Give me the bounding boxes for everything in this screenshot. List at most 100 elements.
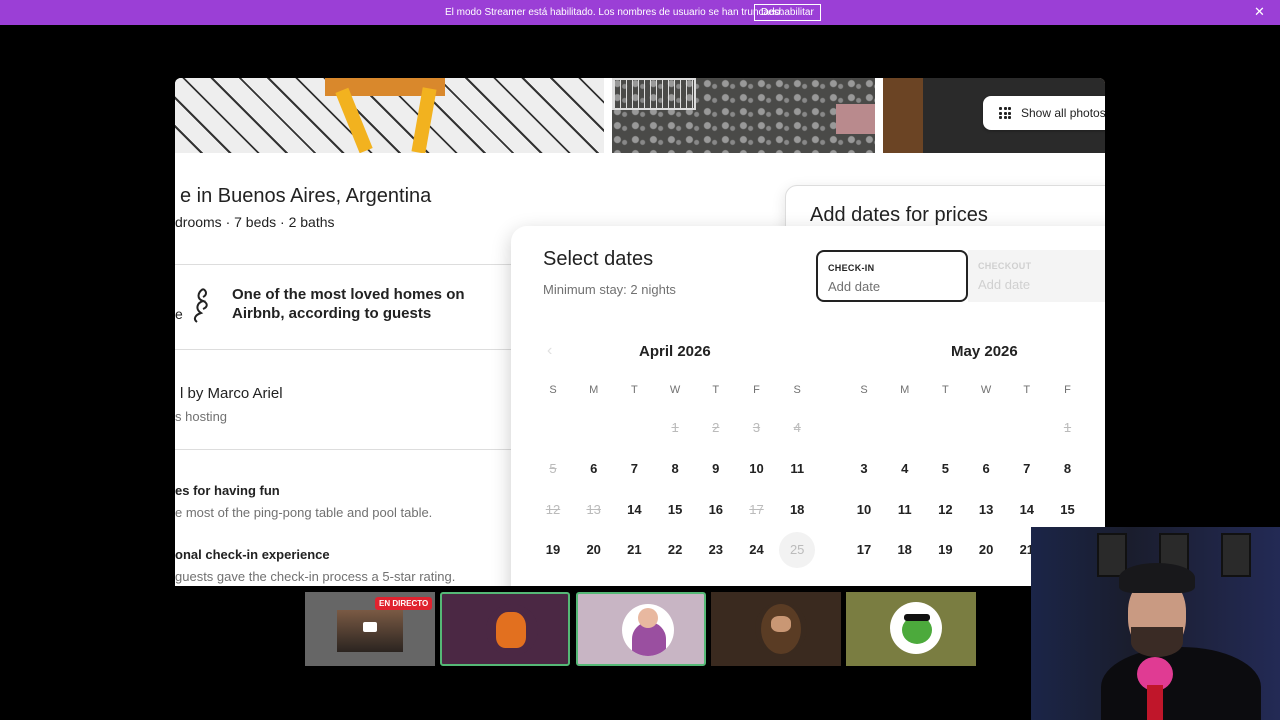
streamer-mode-banner: El modo Streamer está habilitado. Los no…: [0, 0, 1280, 25]
calendar-day[interactable]: 6: [576, 451, 612, 487]
checkout-value: Add date: [978, 277, 1031, 292]
weekday-label: W: [669, 384, 681, 396]
month-title-april: April 2026: [639, 343, 711, 360]
checkin-field[interactable]: CHECK-IN Add date: [816, 250, 968, 302]
weekday-label: S: [549, 384, 557, 396]
calendar-day[interactable]: 22: [657, 532, 693, 568]
calendar-day[interactable]: 13: [968, 492, 1004, 528]
calendar-day[interactable]: 14: [616, 492, 652, 528]
show-all-photos-button[interactable]: Show all photos: [983, 96, 1105, 130]
calendar-day[interactable]: 19: [927, 532, 963, 568]
calendar-day[interactable]: 20: [576, 532, 612, 568]
calendar-day[interactable]: 18: [779, 492, 815, 528]
calendar-day[interactable]: 9: [698, 451, 734, 487]
avatar: [755, 602, 807, 654]
calendar-day[interactable]: 15: [1050, 492, 1086, 528]
listing-details: drooms · 7 beds · 2 baths: [175, 214, 335, 230]
participant-tile-bearded-character[interactable]: [711, 592, 841, 666]
shared-screen: Show all photos e in Buenos Aires, Argen…: [175, 78, 1105, 586]
checkin-label: CHECK-IN: [828, 263, 875, 273]
calendar-day[interactable]: 20: [968, 532, 1004, 568]
calendar-day: 13: [586, 502, 601, 517]
participant-tile-pink-avatar[interactable]: [576, 592, 706, 666]
calendar-day[interactable]: 10: [846, 492, 882, 528]
live-badge: EN DIRECTO: [375, 597, 433, 610]
calendar-day[interactable]: 5: [927, 451, 963, 487]
listing-photo[interactable]: [175, 78, 604, 153]
calendar-day[interactable]: 10: [739, 451, 775, 487]
weekday-label: T: [1023, 384, 1031, 396]
calendar-day[interactable]: 21: [616, 532, 652, 568]
calendar-day[interactable]: 18: [887, 532, 923, 568]
weekday-label: M: [900, 384, 910, 396]
host-name: l by Marco Ariel: [180, 385, 283, 402]
price-card-title: Add dates for prices: [810, 204, 988, 226]
divider: [175, 264, 515, 265]
checkout-label: CHECKOUT: [978, 261, 1032, 271]
calendar-day[interactable]: 17: [846, 532, 882, 568]
weekday-label: T: [631, 384, 638, 396]
calendar-day[interactable]: 14: [1009, 492, 1045, 528]
screen-share-tile[interactable]: EN DIRECTO: [305, 592, 435, 666]
minimum-stay-text: Minimum stay: 2 nights: [543, 282, 676, 297]
monitor-icon: [363, 622, 377, 632]
calendar-day[interactable]: 25: [779, 532, 816, 568]
calendar-day: 4: [793, 420, 801, 435]
weekday-label: W: [980, 384, 992, 396]
calendar-day[interactable]: 23: [698, 532, 734, 568]
calendar-day[interactable]: 15: [657, 492, 693, 528]
close-icon[interactable]: ✕: [1254, 4, 1265, 20]
month-title-may: May 2026: [951, 343, 1018, 360]
weekday-label: S: [860, 384, 868, 396]
previous-month-icon[interactable]: ‹: [547, 342, 552, 360]
avatar: [622, 604, 674, 656]
highlight-description: guests gave the check-in process a 5-sta…: [175, 569, 456, 584]
calendar-day[interactable]: 11: [779, 451, 815, 487]
calendar-day[interactable]: 11: [887, 492, 923, 528]
calendar-day: 5: [549, 461, 557, 476]
calendar-day: 1: [1063, 420, 1072, 435]
calendar-day[interactable]: 7: [616, 451, 652, 487]
listing-title: e in Buenos Aires, Argentina: [180, 185, 432, 207]
weekday-label: F: [753, 384, 760, 396]
disable-streamer-mode-button[interactable]: Deshabilitar: [754, 4, 821, 21]
calendar-day[interactable]: 4: [887, 451, 923, 487]
participant-tile-frog[interactable]: [846, 592, 976, 666]
calendar-day[interactable]: 19: [535, 532, 571, 568]
banner-message: El modo Streamer está habilitado. Los no…: [445, 7, 783, 18]
grid-icon: [999, 107, 1011, 119]
calendar-day[interactable]: 6: [968, 451, 1004, 487]
date-picker: Select dates Minimum stay: 2 nights CHEC…: [511, 226, 1105, 586]
most-loved-text: One of the most loved homes on Airbnb, a…: [232, 286, 465, 322]
weekday-label: T: [712, 384, 720, 396]
calendar-day[interactable]: 12: [927, 492, 963, 528]
calendar-day: 17: [749, 502, 764, 517]
calendar-day[interactable]: 3: [846, 451, 882, 487]
weekday-label: S: [793, 384, 801, 396]
calendar-day[interactable]: 24: [739, 532, 775, 568]
webcam-feed: [1031, 527, 1280, 720]
weekday-label: F: [1064, 384, 1071, 396]
highlight-title: es for having fun: [175, 483, 280, 498]
weekday-label: T: [942, 384, 949, 396]
chair-image: [325, 78, 445, 153]
participant-tile-orange-character[interactable]: [440, 592, 570, 666]
guest-favorite-fragment: e: [175, 306, 183, 322]
listing-photo[interactable]: [612, 78, 875, 153]
calendar-day: 1: [671, 420, 679, 435]
laurel-icon: [193, 288, 208, 323]
checkin-value: Add date: [828, 279, 881, 294]
calendar-day[interactable]: 8: [1050, 451, 1086, 487]
host-years: s hosting: [175, 409, 228, 424]
calendar-day: 12: [545, 502, 561, 517]
calendar-day[interactable]: 7: [1009, 451, 1045, 487]
divider: [175, 449, 515, 450]
avatar: [890, 602, 942, 654]
checkout-field[interactable]: CHECKOUT Add date: [968, 250, 1105, 302]
calendar-day[interactable]: 16: [698, 492, 734, 528]
weekday-label: M: [589, 384, 599, 396]
highlight-title: onal check-in experience: [175, 547, 330, 562]
highlight-description: e most of the ping-pong table and pool t…: [175, 505, 433, 520]
calendar-day[interactable]: 8: [657, 451, 693, 487]
show-all-photos-label: Show all photos: [1021, 106, 1105, 120]
